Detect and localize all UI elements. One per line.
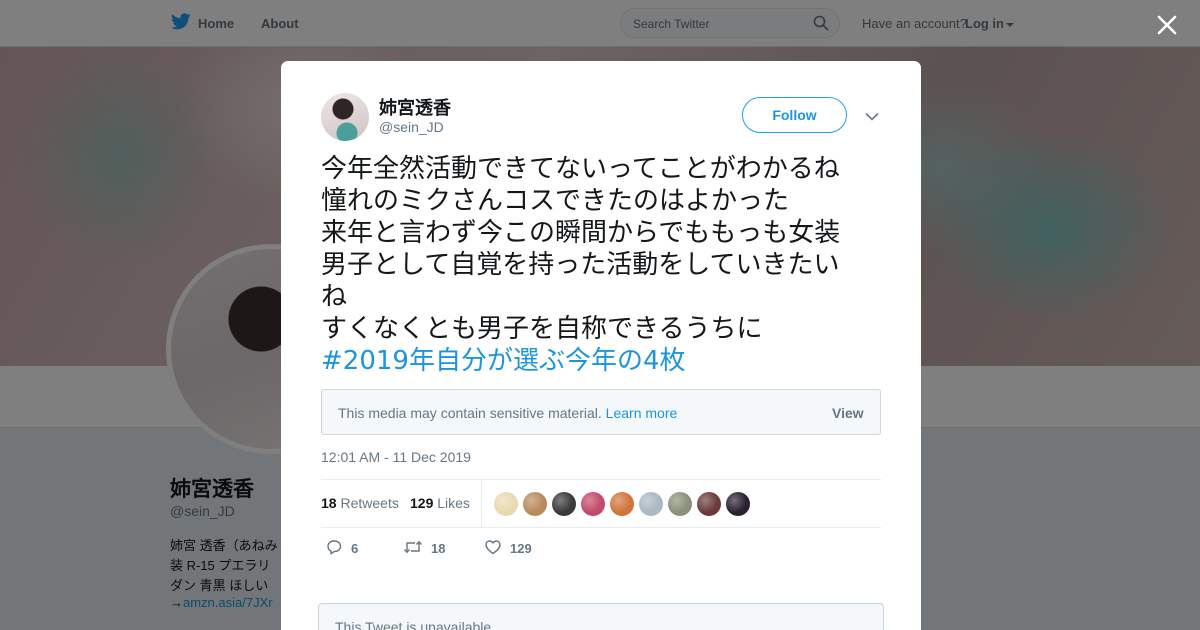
tweet-text-line: すくなくとも男子を自称できるうちに [321, 314, 763, 344]
tweet-actions: 6 18 129 [321, 538, 881, 560]
tweet-text-line: 今年全然活動できてないってことがわかるね [321, 154, 840, 184]
heart-icon [484, 538, 502, 559]
liker-avatar[interactable] [552, 492, 576, 516]
likes-count: 129 [410, 495, 434, 511]
chevron-down-icon[interactable] [865, 109, 879, 127]
tweet-text: 今年全然活動できてないってことがわかるね 憧れのミクさんコスできたのはよかった … [321, 153, 886, 377]
like-count: 129 [510, 541, 532, 556]
like-button[interactable]: 129 [484, 538, 532, 559]
sensitive-media-warning: This media may contain sensitive materia… [321, 389, 881, 435]
hashtag-link[interactable]: #2019年自分が選ぶ今年の4枚 [321, 345, 886, 377]
unavailable-tweet-card: This Tweet is unavailable. [318, 603, 884, 630]
stats-divider [481, 480, 482, 527]
unavailable-text: This Tweet is unavailable. [335, 619, 496, 630]
tweet-modal: 姉宮透香 @sein_JD Follow 今年全然活動できてないってことがわかる… [281, 61, 921, 630]
liker-avatars [494, 492, 750, 516]
tweet-stats: 18 Retweets 129 Likes [321, 479, 881, 528]
liker-avatar[interactable] [639, 492, 663, 516]
learn-more-link[interactable]: Learn more [606, 405, 678, 421]
sensitive-message: This media may contain sensitive materia… [338, 405, 677, 421]
liker-avatar[interactable] [581, 492, 605, 516]
liker-avatar[interactable] [494, 492, 518, 516]
reply-icon [325, 538, 343, 559]
author-name[interactable]: 姉宮透香 [379, 94, 451, 120]
tweet-text-line: 男子として自覚を持った活動をしていきたい [321, 250, 840, 280]
tweet-text-line: ね [321, 282, 348, 312]
author-handle[interactable]: @sein_JD [379, 119, 444, 135]
close-button[interactable] [1154, 12, 1180, 38]
retweets-label: Retweets [340, 495, 399, 511]
liker-avatar[interactable] [610, 492, 634, 516]
retweet-count: 18 [431, 541, 446, 556]
tweet-timestamp[interactable]: 12:01 AM - 11 Dec 2019 [321, 449, 471, 465]
close-icon [1154, 15, 1180, 42]
author-avatar[interactable] [321, 93, 369, 141]
retweets-stat[interactable]: 18 Retweets [321, 495, 399, 511]
liker-avatar[interactable] [697, 492, 721, 516]
likes-label: Likes [437, 495, 470, 511]
liker-avatar[interactable] [726, 492, 750, 516]
tweet-text-line: 憧れのミクさんコスできたのはよかった [321, 186, 790, 216]
retweets-count: 18 [321, 495, 337, 511]
sensitive-message-text: This media may contain sensitive materia… [338, 405, 602, 421]
retweet-button[interactable]: 18 [403, 538, 445, 559]
liker-avatar[interactable] [668, 492, 692, 516]
retweet-icon [403, 538, 423, 559]
reply-button[interactable]: 6 [325, 538, 358, 559]
view-media-button[interactable]: View [832, 405, 864, 421]
likes-stat[interactable]: 129 Likes [410, 495, 470, 511]
tweet-text-line: 来年と言わず今この瞬間からでももっも女装 [321, 218, 841, 248]
liker-avatar[interactable] [523, 492, 547, 516]
follow-button[interactable]: Follow [742, 97, 847, 133]
reply-count: 6 [351, 541, 359, 556]
